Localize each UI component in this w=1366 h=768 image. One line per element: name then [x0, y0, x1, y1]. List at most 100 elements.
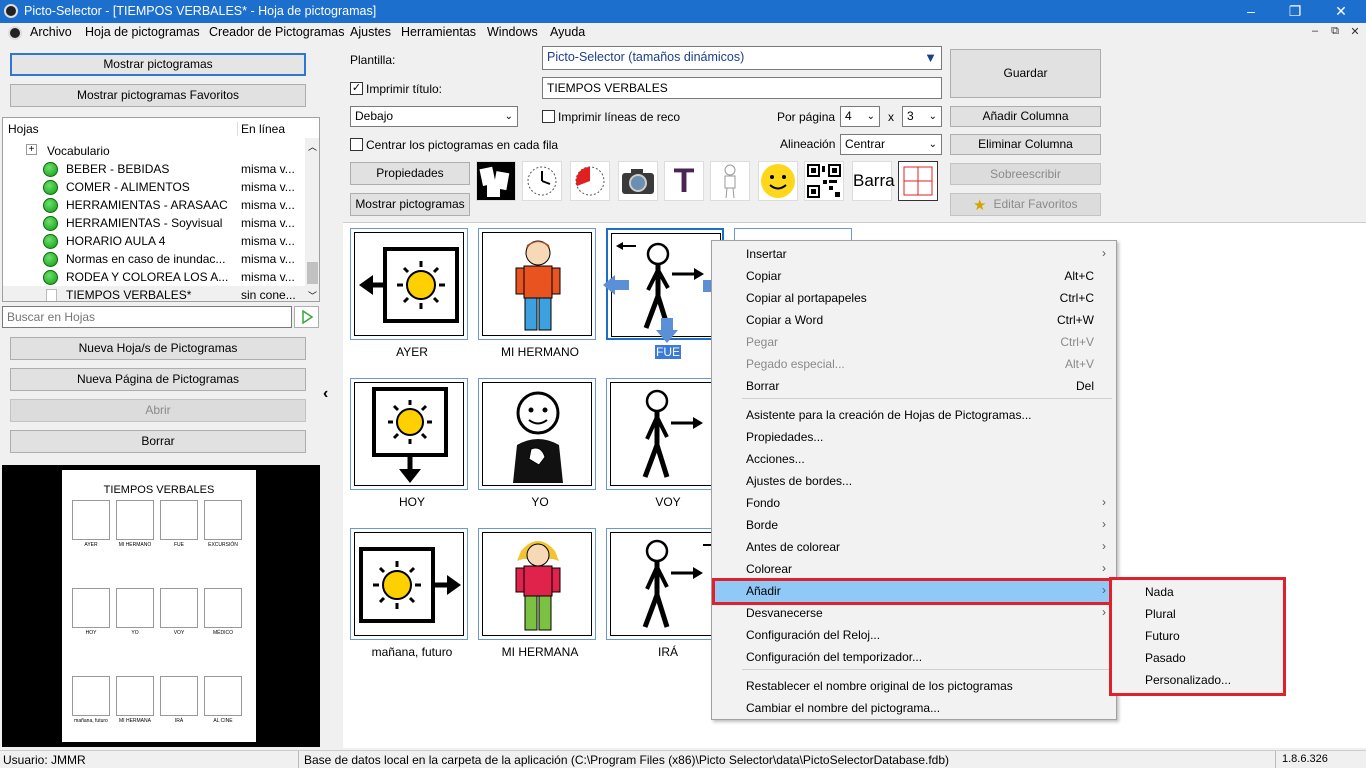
context-menu-item[interactable]: Restablecer el nombre original de los pi…	[712, 675, 1116, 697]
pictogram-cell[interactable]	[478, 528, 596, 640]
context-menu-item[interactable]: Configuración del Reloj...	[712, 624, 1116, 646]
pictogram-cell[interactable]	[350, 378, 468, 490]
rows-select[interactable]: 3 ⌄	[902, 106, 942, 127]
smiley-icon[interactable]	[758, 161, 798, 201]
tree-item[interactable]: HORARIO AULA 4 misma v...	[3, 232, 306, 250]
tree-scrollbar[interactable]: ︿ ﹀	[305, 138, 319, 301]
pictogram-cell[interactable]	[350, 528, 468, 640]
timer-icon[interactable]	[570, 161, 610, 201]
tree-item[interactable]: BEBER - BEBIDAS misma v...	[3, 160, 306, 178]
move-down-arrow-icon[interactable]	[655, 318, 679, 344]
menu-archivo[interactable]: Archivo	[30, 25, 72, 39]
overwrite-button[interactable]: Sobreescribir	[950, 163, 1101, 185]
scroll-down-icon[interactable]: ﹀	[308, 289, 317, 301]
show-pictograms-button[interactable]: Mostrar pictogramas	[10, 53, 306, 76]
menu-creador[interactable]: Creador de Pictogramas	[209, 25, 344, 39]
tree-header-hojas[interactable]: Hojas	[8, 122, 39, 136]
grid-lines-icon[interactable]	[898, 161, 938, 201]
person-outline-icon[interactable]	[710, 161, 750, 201]
scroll-thumb[interactable]	[307, 262, 318, 284]
context-menu-item[interactable]: Acciones...	[712, 448, 1116, 470]
show-pictograms-toolbar-button[interactable]: Mostrar pictogramas	[350, 193, 470, 216]
save-button[interactable]: Guardar	[950, 49, 1101, 98]
add-column-button[interactable]: Añadir Columna	[950, 106, 1101, 127]
context-menu-item[interactable]: Borde ›	[712, 514, 1116, 536]
pictogram-cell[interactable]	[606, 378, 724, 490]
context-menu-item[interactable]: Antes de colorear ›	[712, 536, 1116, 558]
pictogram-cell[interactable]	[350, 228, 468, 340]
context-menu-item[interactable]: Copiar a Word Ctrl+W	[712, 309, 1116, 331]
delete-column-button[interactable]: Eliminar Columna	[950, 134, 1101, 155]
mdi-minimize-button[interactable]: –	[1306, 25, 1324, 37]
context-menu-item[interactable]: Ajustes de bordes...	[712, 470, 1116, 492]
tree-item-selected[interactable]: TIEMPOS VERBALES* sin cone...	[3, 286, 306, 301]
delete-button[interactable]: Borrar	[10, 430, 306, 453]
context-menu-item[interactable]: Cambiar el nombre del pictograma...	[712, 697, 1116, 719]
yesterday-icon	[359, 247, 459, 323]
title-position-select[interactable]: Debajo ⌄	[350, 106, 518, 127]
center-checkbox[interactable]	[350, 138, 363, 151]
columns-select[interactable]: 4 ⌄	[840, 106, 880, 127]
edit-favorites-button[interactable]: ★ Editar Favoritos	[950, 193, 1101, 216]
window-title: Picto-Selector - [TIEMPOS VERBALES* - Ho…	[24, 4, 377, 18]
menu-ajustes[interactable]: Ajustes	[350, 25, 391, 39]
preview-label: mañana, futuro	[74, 718, 108, 724]
context-menu-item[interactable]: Pegado especial... Alt+V	[712, 353, 1116, 375]
search-go-button[interactable]	[294, 306, 319, 328]
menu-ayuda[interactable]: Ayuda	[550, 25, 585, 39]
new-page-button[interactable]: Nueva Página de Pictogramas	[10, 368, 306, 391]
print-lines-checkbox[interactable]	[542, 110, 555, 123]
context-menu-item[interactable]: Borrar Del	[712, 375, 1116, 397]
tree-expand-icon[interactable]: +	[26, 144, 37, 155]
menu-hoja[interactable]: Hoja de pictogramas	[85, 25, 200, 39]
mdi-restore-button[interactable]: ⧉	[1326, 25, 1344, 38]
qr-code-icon[interactable]	[804, 161, 844, 201]
text-icon[interactable]: T	[664, 161, 704, 201]
context-menu-item[interactable]: Colorear ›	[712, 558, 1116, 580]
context-menu-item[interactable]: Fondo ›	[712, 492, 1116, 514]
context-menu-item[interactable]: Copiar Alt+C	[712, 265, 1116, 287]
context-menu-item[interactable]: Propiedades...	[712, 426, 1116, 448]
open-button[interactable]: Abrir	[10, 399, 306, 422]
bar-label-icon[interactable]: Barra	[852, 161, 895, 201]
menu-herramientas[interactable]: Herramientas	[401, 25, 476, 39]
new-sheet-button[interactable]: Nueva Hoja/s de Pictogramas	[10, 337, 306, 360]
context-menu-item[interactable]: Asistente para la creación de Hojas de P…	[712, 404, 1116, 426]
context-menu-item[interactable]: Desvanecerse ›	[712, 602, 1116, 624]
tree-item[interactable]: Normas en caso de inundac... misma v...	[3, 250, 306, 268]
scroll-up-icon[interactable]: ︿	[308, 140, 317, 153]
context-menu-item[interactable]: Insertar ›	[712, 243, 1116, 265]
context-menu-item[interactable]: Configuración del temporizador...	[712, 646, 1116, 668]
tree-item[interactable]: HERRAMIENTAS - ARASAAC misma v...	[3, 196, 306, 214]
pictogram-cell[interactable]	[478, 378, 596, 490]
tree-item[interactable]: COMER - ALIMENTOS misma v...	[3, 178, 306, 196]
camera-icon[interactable]	[618, 161, 658, 201]
show-favorites-button[interactable]: Mostrar pictogramas Favoritos	[10, 84, 306, 107]
search-sheets-input[interactable]	[2, 306, 292, 328]
mdi-close-button[interactable]: ✕	[1346, 25, 1364, 38]
tree-item[interactable]: RODEA Y COLOREA LOS A... misma v...	[3, 268, 306, 286]
close-button[interactable]: ✕	[1318, 0, 1364, 23]
clock-icon[interactable]	[522, 161, 562, 201]
status-online-icon	[43, 234, 58, 249]
move-left-arrow-icon[interactable]	[602, 274, 630, 296]
print-title-checkbox[interactable]: ✓	[350, 82, 363, 95]
tree-root-vocabulario[interactable]: Vocabulario	[47, 144, 110, 158]
properties-button[interactable]: Propiedades	[350, 162, 470, 185]
title-input[interactable]: TIEMPOS VERBALES	[542, 77, 942, 99]
tree-item[interactable]: HERRAMIENTAS - Soyvisual misma v...	[3, 214, 306, 232]
minimize-button[interactable]: –	[1228, 0, 1274, 23]
context-menu-item[interactable]: Pegar Ctrl+V	[712, 331, 1116, 353]
restore-button[interactable]: ❐	[1272, 0, 1318, 23]
center-label: Centrar los pictogramas en cada fila	[366, 138, 559, 152]
chevron-down-icon: ⌄	[504, 111, 513, 122]
menu-windows[interactable]: Windows	[487, 25, 538, 39]
align-select[interactable]: Centrar ⌄	[840, 134, 942, 155]
tree-header-online[interactable]: En línea	[237, 122, 285, 136]
cards-icon[interactable]	[476, 161, 516, 201]
template-select[interactable]: Picto-Selector (tamaños dinámicos) ▼	[542, 46, 942, 70]
pictogram-cell[interactable]	[478, 228, 596, 340]
collapse-panel-icon[interactable]: ‹	[323, 385, 328, 403]
pictogram-cell[interactable]	[606, 528, 724, 640]
context-menu-item[interactable]: Copiar al portapapeles Ctrl+C	[712, 287, 1116, 309]
